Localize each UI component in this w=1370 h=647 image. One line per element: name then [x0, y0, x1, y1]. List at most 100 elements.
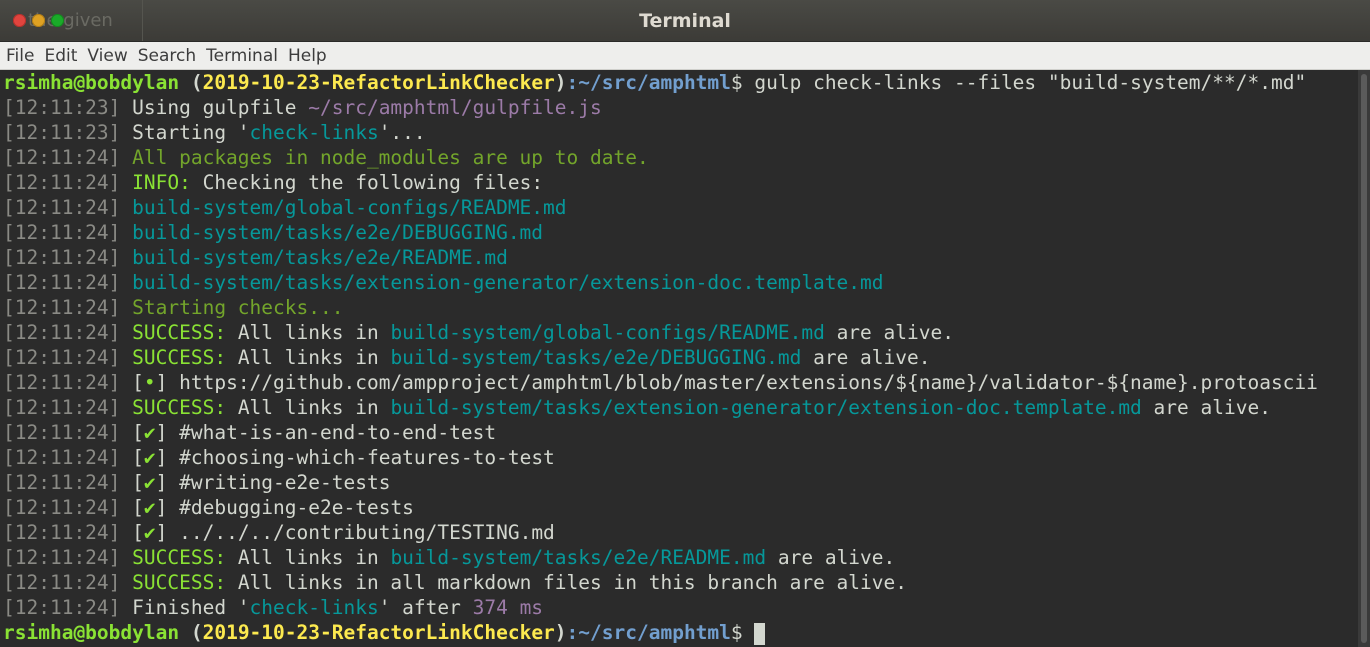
- output-line: [12:11:24] build-system/tasks/e2e/DEBUGG…: [0, 220, 1358, 245]
- output-text: INFO:: [132, 171, 203, 194]
- output-text: [: [132, 446, 144, 469]
- timestamp: [12:11:24]: [3, 596, 133, 619]
- output-text: ~/src/amphtml/gulpfile.js: [308, 96, 602, 119]
- output-line: [12:11:24] build-system/global-configs/R…: [0, 195, 1358, 220]
- menu-help[interactable]: Help: [288, 46, 327, 66]
- output-line: [12:11:24] build-system/tasks/extension-…: [0, 270, 1358, 295]
- output-text: ✔: [143, 446, 156, 469]
- output-line: [12:11:24] Starting checks...: [0, 295, 1358, 320]
- terminal-scrollbar[interactable]: [1358, 70, 1370, 647]
- output-text: ] ../../../contributing/TESTING.md: [155, 521, 555, 544]
- output-text: •: [143, 371, 156, 394]
- timestamp: [12:11:24]: [3, 246, 133, 269]
- output-text: SUCCESS:: [132, 346, 238, 369]
- timestamp: [12:11:24]: [3, 421, 133, 444]
- output-text: Starting ': [132, 121, 250, 144]
- prompt-branch-open: (: [179, 621, 203, 644]
- window-title: Terminal: [639, 10, 731, 32]
- output-text: ] #choosing-which-features-to-test: [155, 446, 555, 469]
- output-text: build-system/tasks/e2e/DEBUGGING.md: [132, 221, 544, 244]
- output-line: [12:11:24] [✔] ../../../contributing/TES…: [0, 520, 1358, 545]
- output-line: [12:11:24] [✔] #choosing-which-features-…: [0, 445, 1358, 470]
- output-text: build-system/tasks/extension-generator/e…: [390, 396, 1142, 419]
- prompt-branch: 2019-10-23-RefactorLinkChecker: [202, 71, 555, 94]
- timestamp: [12:11:24]: [3, 371, 133, 394]
- timestamp: [12:11:24]: [3, 471, 133, 494]
- output-line: [12:11:24] SUCCESS: All links in build-s…: [0, 345, 1358, 370]
- output-text: check-links: [249, 121, 379, 144]
- timestamp: [12:11:24]: [3, 496, 133, 519]
- output-text: SUCCESS:: [132, 546, 238, 569]
- output-text: SUCCESS:: [132, 321, 238, 344]
- active-prompt-line[interactable]: rsimha@bobdylan (2019-10-23-RefactorLink…: [0, 620, 1358, 645]
- timestamp: [12:11:24]: [3, 171, 133, 194]
- output-text: All packages in node_modules are up to d…: [132, 146, 649, 169]
- timestamp: [12:11:24]: [3, 146, 133, 169]
- output-text: ✔: [143, 496, 156, 519]
- prompt-user-host: rsimha@bobdylan: [3, 71, 180, 94]
- prompt-branch: 2019-10-23-RefactorLinkChecker: [202, 621, 555, 644]
- scrollbar-thumb[interactable]: [1361, 74, 1367, 643]
- menu-search[interactable]: Search: [138, 46, 196, 66]
- output-line: [12:11:24] All packages in node_modules …: [0, 145, 1358, 170]
- prompt-path: :~/src/amphtml: [566, 71, 731, 94]
- output-text: check-links: [249, 596, 379, 619]
- output-text: [: [132, 421, 144, 444]
- output-text: are alive.: [824, 321, 954, 344]
- output-line: [12:11:24] Finished 'check-links' after …: [0, 595, 1358, 620]
- output-text: ] #debugging-e2e-tests: [155, 496, 414, 519]
- prompt-dollar: $: [730, 621, 755, 644]
- output-text: ] https://github.com/ampproject/amphtml/…: [155, 371, 1318, 394]
- timestamp: [12:11:23]: [3, 121, 133, 144]
- text-cursor: [754, 622, 766, 645]
- prompt-branch-close: ): [554, 71, 567, 94]
- timestamp: [12:11:24]: [3, 196, 133, 219]
- output-text: ' after: [378, 596, 473, 619]
- output-text: ] #what-is-an-end-to-end-test: [155, 421, 497, 444]
- terminal-output[interactable]: rsimha@bobdylan (2019-10-23-RefactorLink…: [0, 70, 1358, 647]
- output-text: SUCCESS:: [132, 571, 238, 594]
- title-bar[interactable]: the given Terminal: [0, 0, 1370, 42]
- output-line: [12:11:24] build-system/tasks/e2e/README…: [0, 245, 1358, 270]
- output-text: are alive.: [1141, 396, 1271, 419]
- output-text: build-system/tasks/e2e/README.md: [390, 546, 767, 569]
- output-line: [12:11:23] Using gulpfile ~/src/amphtml/…: [0, 95, 1358, 120]
- timestamp: [12:11:24]: [3, 521, 133, 544]
- output-line: [12:11:23] Starting 'check-links'...: [0, 120, 1358, 145]
- output-line: [12:11:24] [✔] #what-is-an-end-to-end-te…: [0, 420, 1358, 445]
- output-text: Finished ': [132, 596, 250, 619]
- output-text: build-system/global-configs/README.md: [390, 321, 825, 344]
- menu-view[interactable]: View: [87, 46, 127, 66]
- output-line: [12:11:24] SUCCESS: All links in all mar…: [0, 570, 1358, 595]
- timestamp: [12:11:24]: [3, 346, 133, 369]
- menu-terminal[interactable]: Terminal: [206, 46, 278, 66]
- timestamp: [12:11:24]: [3, 446, 133, 469]
- timestamp: [12:11:24]: [3, 271, 133, 294]
- output-text: ✔: [143, 471, 156, 494]
- menu-edit[interactable]: Edit: [44, 46, 77, 66]
- output-line: [12:11:24] [✔] #writing-e2e-tests: [0, 470, 1358, 495]
- prompt-branch-open: (: [179, 71, 203, 94]
- output-text: ] #writing-e2e-tests: [155, 471, 391, 494]
- timestamp: [12:11:24]: [3, 396, 133, 419]
- output-line: [12:11:24] INFO: Checking the following …: [0, 170, 1358, 195]
- output-text: All links in all markdown files in this …: [237, 571, 907, 594]
- output-text: All links in: [237, 346, 391, 369]
- output-text: build-system/global-configs/README.md: [132, 196, 567, 219]
- output-text: [: [132, 471, 144, 494]
- output-text: All links in: [237, 321, 391, 344]
- output-text: All links in: [237, 396, 391, 419]
- output-text: ✔: [143, 521, 156, 544]
- output-text: SUCCESS:: [132, 396, 238, 419]
- output-text: [: [132, 521, 144, 544]
- menu-file[interactable]: File: [6, 46, 34, 66]
- timestamp: [12:11:24]: [3, 321, 133, 344]
- output-text: build-system/tasks/e2e/README.md: [132, 246, 508, 269]
- command-prompt-line: rsimha@bobdylan (2019-10-23-RefactorLink…: [0, 70, 1358, 95]
- prompt-path: :~/src/amphtml: [566, 621, 731, 644]
- output-text: Checking the following files:: [202, 171, 544, 194]
- output-line: [12:11:24] SUCCESS: All links in build-s…: [0, 320, 1358, 345]
- output-line: [12:11:24] [•] https://github.com/amppro…: [0, 370, 1358, 395]
- output-text: build-system/tasks/extension-generator/e…: [132, 271, 884, 294]
- prompt-dollar: $: [730, 71, 755, 94]
